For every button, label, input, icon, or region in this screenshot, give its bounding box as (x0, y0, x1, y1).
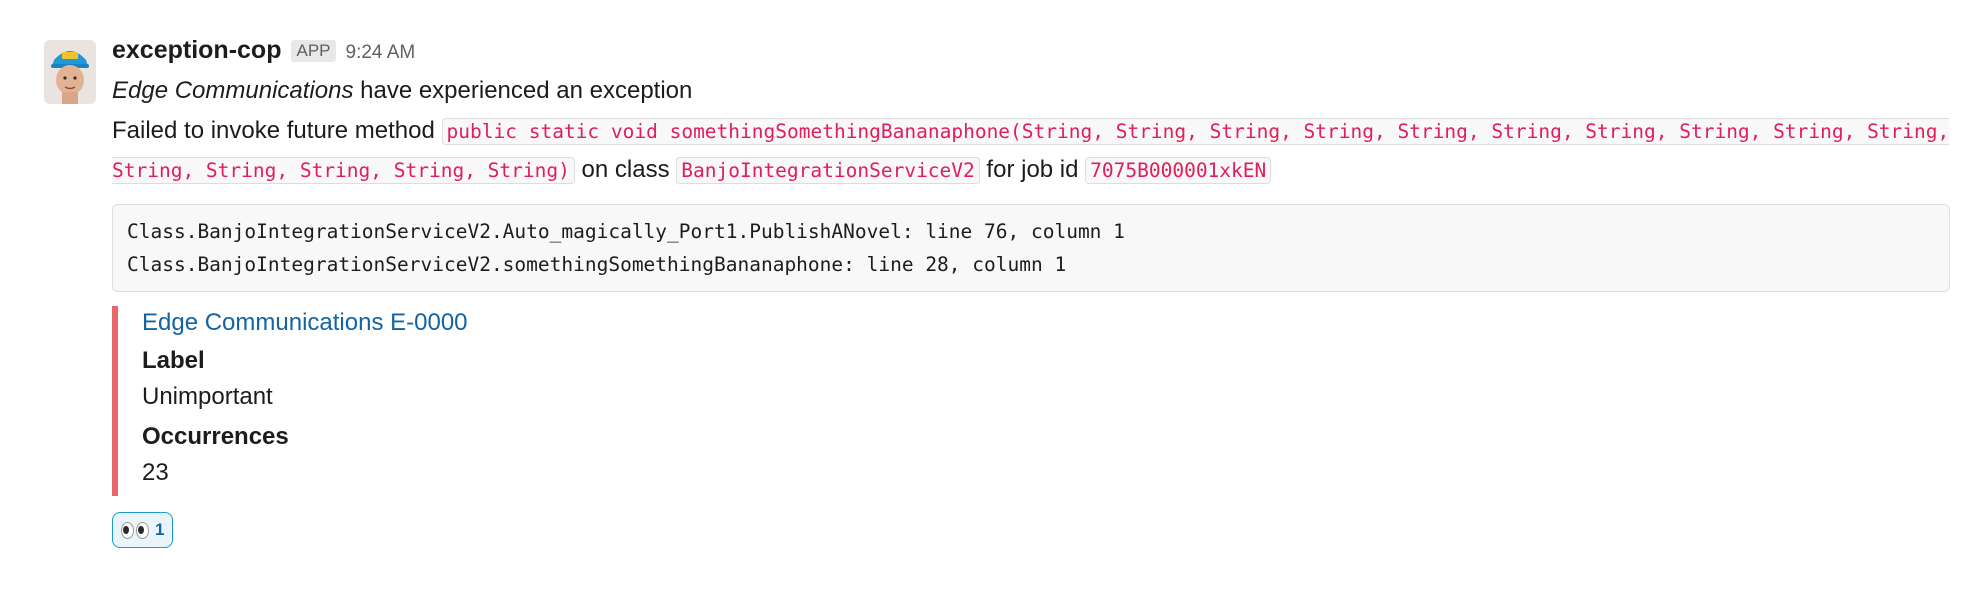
body-prefix: Failed to invoke future method (112, 117, 442, 144)
app-badge: APP (291, 40, 336, 62)
timestamp[interactable]: 9:24 AM (346, 42, 416, 64)
job-id-text: for job id (979, 156, 1086, 183)
eyes-emoji-icon (121, 521, 149, 539)
avatar[interactable] (44, 40, 96, 104)
account-name: Edge Communications (112, 77, 354, 104)
field-occurrences-block: Occurrences 23 (142, 420, 1956, 492)
eye-left (121, 521, 134, 539)
message-body: Failed to invoke future method public st… (112, 112, 1956, 190)
class-name-code: BanjoIntegrationServiceV2 (676, 157, 980, 184)
eye-right (136, 521, 149, 539)
message-header: exception-cop APP 9:24 AM (112, 36, 1956, 72)
sender-name[interactable]: exception-cop (112, 36, 281, 65)
message: exception-cop APP 9:24 AM Edge Communica… (0, 0, 1980, 548)
field-label-heading: Label (142, 347, 205, 374)
field-label-value: Unimportant (142, 383, 273, 410)
attachment-title-link[interactable]: Edge Communications E-0000 (142, 306, 1956, 340)
on-class-text: on class (574, 156, 677, 183)
field-label-block: Label Unimportant (142, 344, 1956, 416)
reaction-count: 1 (155, 520, 165, 539)
message-headline: Edge Communications have experienced an … (112, 74, 1956, 108)
field-occurrences-heading: Occurrences (142, 423, 289, 450)
job-id-code: 7075B000001xkEN (1085, 157, 1272, 184)
headline-text: have experienced an exception (353, 77, 693, 104)
stack-trace-block: Class.BanjoIntegrationServiceV2.Auto_mag… (112, 204, 1950, 292)
attachment: Edge Communications E-0000 Label Unimpor… (112, 306, 1956, 496)
field-occurrences-value: 23 (142, 459, 169, 486)
reaction-button[interactable]: 1 (112, 512, 174, 548)
avatar-image (44, 40, 96, 104)
